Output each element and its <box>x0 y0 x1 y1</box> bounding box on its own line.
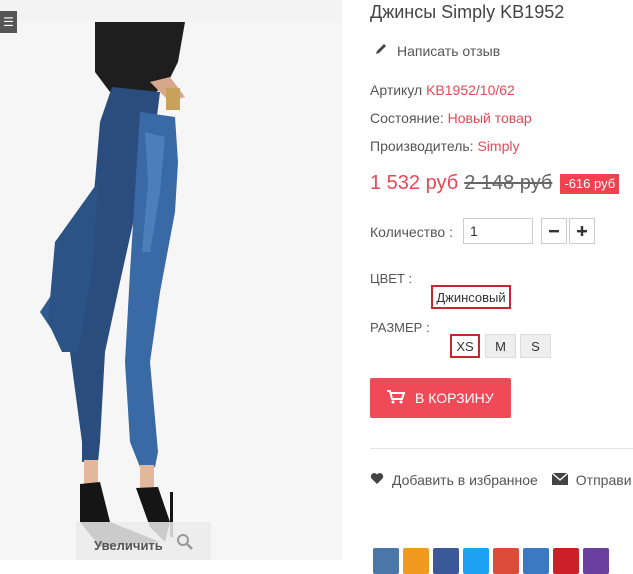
divider <box>370 448 633 449</box>
zoom-label: Увеличить <box>94 538 163 553</box>
size-option-s[interactable]: S <box>520 334 551 358</box>
jeans-photo-illustration <box>40 22 185 547</box>
odnoklassniki-share-icon[interactable] <box>403 548 429 574</box>
quantity-plus-button[interactable] <box>569 218 595 244</box>
condition-label: Состояние: <box>370 110 444 126</box>
search-icon <box>176 533 194 554</box>
old-price: 2 148 руб <box>464 172 553 194</box>
manufacturer-row: Производитель: Simply <box>370 138 519 154</box>
send-to-friend-label: Отправи <box>575 472 632 488</box>
facebook-share-icon[interactable] <box>433 548 459 574</box>
write-review-link[interactable]: Написать отзыв <box>374 42 500 59</box>
sku-label: Артикул <box>370 82 423 98</box>
google-plus-share-icon[interactable] <box>493 548 519 574</box>
heart-icon <box>370 472 384 488</box>
sku-value: KB1952/10/62 <box>426 82 515 98</box>
product-image-area: ☰ Увеличить <box>0 0 342 560</box>
manufacturer-label: Производитель: <box>370 138 474 154</box>
add-to-wishlist-link[interactable]: Добавить в избранное <box>370 472 538 488</box>
twitter-share-icon[interactable] <box>463 548 489 574</box>
product-info: Джинсы Simply KB1952 Написать отзыв Арти… <box>370 0 633 574</box>
price-row: 1 532 руб 2 148 руб -616 руб <box>370 172 620 195</box>
mail-share-icon[interactable] <box>523 548 549 574</box>
discount-badge: -616 руб <box>560 173 620 194</box>
condition-row: Состояние: Новый товар <box>370 110 532 126</box>
size-option-m[interactable]: M <box>485 334 516 358</box>
current-price: 1 532 руб <box>370 172 459 194</box>
social-share-bar <box>373 548 609 574</box>
quantity-input[interactable] <box>463 218 533 244</box>
quantity-label: Количество : <box>370 224 453 240</box>
product-actions: Добавить в избранное Отправи <box>370 472 632 488</box>
menu-icon[interactable]: ☰ <box>0 11 17 33</box>
sku-row: Артикул KB1952/10/62 <box>370 82 515 98</box>
add-to-cart-button[interactable]: В КОРЗИНУ <box>370 378 511 418</box>
color-option-selected[interactable]: Джинсовый <box>431 285 511 309</box>
pinterest-share-icon[interactable] <box>553 548 579 574</box>
viber-share-icon[interactable] <box>583 548 609 574</box>
size-option-xs[interactable]: XS <box>450 334 480 358</box>
vk-share-icon[interactable] <box>373 548 399 574</box>
manufacturer-link[interactable]: Simply <box>477 138 519 154</box>
cart-icon <box>387 389 406 407</box>
zoom-button[interactable]: Увеличить <box>76 522 211 560</box>
write-review-label: Написать отзыв <box>397 42 501 59</box>
minus-icon <box>549 230 559 233</box>
plus-icon <box>577 226 587 236</box>
minus-button-face[interactable] <box>541 218 567 244</box>
add-to-cart-label: В КОРЗИНУ <box>415 390 494 406</box>
send-to-friend-link[interactable]: Отправи <box>551 472 632 488</box>
color-label: ЦВЕТ : <box>370 271 413 286</box>
size-label: РАЗМЕР : <box>370 320 430 335</box>
add-to-wishlist-label: Добавить в избранное <box>392 472 538 488</box>
envelope-icon <box>551 472 569 488</box>
product-image[interactable] <box>0 22 342 560</box>
product-title: Джинсы Simply KB1952 <box>370 2 565 22</box>
pencil-icon <box>374 42 388 59</box>
condition-value: Новый товар <box>447 110 532 126</box>
